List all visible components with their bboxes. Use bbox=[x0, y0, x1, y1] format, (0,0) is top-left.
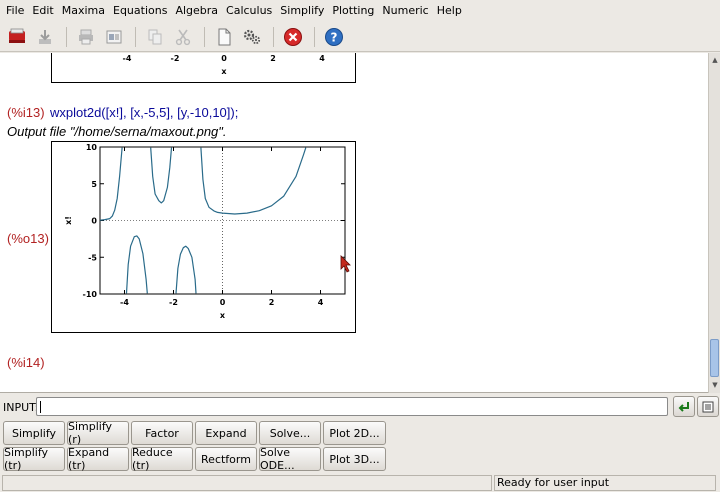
toolbar-separator bbox=[66, 26, 67, 47]
x-tick-label: -2 bbox=[169, 298, 178, 307]
cell-command-i13[interactable]: wxplot2d([x!], [x,-5,5], [y,-10,10]); bbox=[50, 105, 238, 120]
prev-plot-x-tick: 4 bbox=[319, 54, 325, 63]
plot-3d-button[interactable]: Plot 3D... bbox=[323, 447, 386, 471]
input-row: INPUT: bbox=[0, 395, 720, 419]
mouse-pointer-icon bbox=[340, 255, 351, 273]
vertical-scrollbar[interactable]: ▲ ▼ bbox=[708, 53, 720, 393]
menu-algebra[interactable]: Algebra bbox=[171, 0, 222, 22]
menu-plotting[interactable]: Plotting bbox=[328, 0, 378, 22]
wxmaxima-window: File Edit Maxima Equations Algebra Calcu… bbox=[0, 0, 720, 492]
prev-plot-x-tick: 2 bbox=[270, 54, 276, 63]
help-icon[interactable]: ? bbox=[321, 24, 347, 50]
menu-bar: File Edit Maxima Equations Algebra Calcu… bbox=[0, 0, 720, 22]
prev-plot-x-tick: -4 bbox=[123, 54, 132, 63]
list-icon bbox=[702, 401, 714, 412]
y-tick-label: 10 bbox=[86, 143, 98, 152]
input-prompt-i14: (%i14) bbox=[7, 355, 45, 370]
solve-ode-button[interactable]: Solve ODE... bbox=[259, 446, 321, 472]
expand-tr-button[interactable]: Expand (tr) bbox=[67, 446, 129, 472]
factorial-plot: -4 -2 0 2 4 10 5 0 -5 -10 x x! bbox=[51, 141, 356, 333]
history-button[interactable] bbox=[697, 396, 719, 417]
prev-plot-x-tick: 0 bbox=[221, 54, 227, 63]
enter-button[interactable] bbox=[673, 396, 695, 417]
y-tick-label: -5 bbox=[88, 253, 97, 262]
x-tick-label: 4 bbox=[318, 298, 324, 307]
scroll-thumb[interactable] bbox=[710, 339, 719, 377]
previous-plot: -1 -4 -2 0 2 4 x bbox=[51, 53, 356, 83]
print-icon[interactable] bbox=[73, 24, 99, 50]
notebook-icon[interactable] bbox=[4, 24, 30, 50]
copy-icon[interactable] bbox=[142, 24, 168, 50]
toolbar-separator bbox=[273, 26, 274, 47]
x-tick-label: -4 bbox=[120, 298, 129, 307]
menu-maxima[interactable]: Maxima bbox=[58, 0, 109, 22]
x-tick-label: 2 bbox=[269, 298, 275, 307]
new-page-icon[interactable] bbox=[211, 24, 237, 50]
menu-edit[interactable]: Edit bbox=[28, 0, 57, 22]
expand-button[interactable]: Expand bbox=[195, 421, 257, 445]
y-tick-label: 0 bbox=[91, 217, 97, 226]
toolbar-separator bbox=[314, 26, 315, 47]
input-prompt-i13: (%i13) bbox=[7, 105, 45, 120]
svg-text:?: ? bbox=[331, 30, 338, 44]
simplify-button[interactable]: Simplify bbox=[3, 421, 65, 445]
stop-icon[interactable] bbox=[280, 24, 306, 50]
worksheet[interactable]: -1 -4 -2 0 2 4 x (%i13) wxplot2d([x!], [… bbox=[0, 53, 708, 393]
plot-border bbox=[51, 141, 356, 333]
prev-plot-x-label: x bbox=[221, 67, 227, 76]
toolbar: ? bbox=[0, 22, 720, 52]
cut-icon[interactable] bbox=[170, 24, 196, 50]
menu-equations[interactable]: Equations bbox=[109, 0, 171, 22]
rectform-button[interactable]: Rectform bbox=[195, 447, 257, 471]
menu-calculus[interactable]: Calculus bbox=[222, 0, 276, 22]
download-icon[interactable] bbox=[32, 24, 58, 50]
simplify-r-button[interactable]: Simplify (r) bbox=[67, 420, 129, 446]
scroll-down-arrow-icon[interactable]: ▼ bbox=[710, 380, 720, 390]
enter-icon bbox=[678, 401, 689, 412]
y-tick-label: -10 bbox=[83, 290, 98, 299]
settings-icon[interactable] bbox=[239, 24, 265, 50]
text-caret bbox=[40, 401, 41, 413]
prev-plot-x-tick: -2 bbox=[171, 54, 180, 63]
toolbar-separator bbox=[204, 26, 205, 47]
reduce-tr-button[interactable]: Reduce (tr) bbox=[131, 446, 193, 472]
factor-button[interactable]: Factor bbox=[131, 421, 193, 445]
toolbar-separator bbox=[135, 26, 136, 47]
menu-file[interactable]: File bbox=[2, 0, 28, 22]
x-tick-label: 0 bbox=[220, 298, 226, 307]
plot-2d-button[interactable]: Plot 2D... bbox=[323, 421, 386, 445]
y-tick-label: 5 bbox=[91, 180, 97, 189]
preview-icon[interactable] bbox=[101, 24, 127, 50]
plot-o13: -4 -2 0 2 4 10 5 0 -5 -10 x x! bbox=[51, 141, 356, 333]
y-axis-label: x! bbox=[64, 216, 73, 225]
output-prompt-o13: (%o13) bbox=[7, 231, 49, 246]
menu-simplify[interactable]: Simplify bbox=[276, 0, 328, 22]
status-bar: Ready for user input bbox=[0, 474, 720, 492]
simplify-tr-button[interactable]: Simplify (tr) bbox=[3, 446, 65, 472]
output-file-text: Output file "/home/serna/maxout.png". bbox=[7, 124, 227, 139]
menu-help[interactable]: Help bbox=[433, 0, 466, 22]
scroll-up-arrow-icon[interactable]: ▲ bbox=[710, 55, 720, 65]
menu-numeric[interactable]: Numeric bbox=[378, 0, 432, 22]
x-axis-label: x bbox=[220, 311, 226, 320]
command-input[interactable] bbox=[36, 397, 668, 416]
solve-button[interactable]: Solve... bbox=[259, 421, 321, 445]
status-message bbox=[2, 475, 492, 491]
input-label: INPUT: bbox=[3, 400, 39, 414]
status-ready: Ready for user input bbox=[494, 475, 716, 491]
